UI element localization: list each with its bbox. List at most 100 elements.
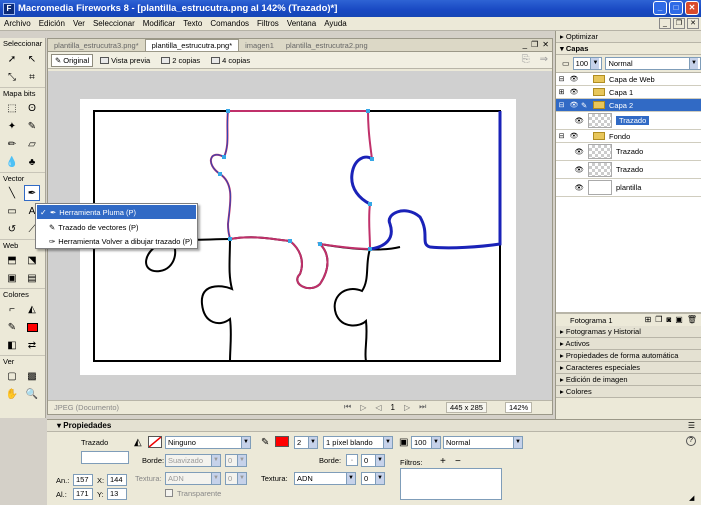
hide-slices-icon[interactable]: ▣: [4, 270, 20, 286]
eye-icon[interactable]: 👁: [556, 165, 584, 174]
marquee-tool-icon[interactable]: ⬚: [4, 100, 20, 116]
freeform-tool-icon[interactable]: ↺: [4, 221, 20, 237]
stroke-texture-amount[interactable]: 0 ▼: [361, 472, 385, 485]
object-name-field[interactable]: [81, 451, 129, 464]
view-preview-button[interactable]: Vista previa: [96, 54, 154, 67]
magic-wand-tool-icon[interactable]: ✦: [4, 118, 20, 134]
tab-document-1[interactable]: plantilla_estrucutra3.png*: [48, 40, 145, 51]
expand-icon[interactable]: ⊟: [556, 132, 567, 140]
special-characters-panel-header[interactable]: ▸ Caracteres especiales: [556, 362, 701, 374]
doc-restore-button[interactable]: ❐: [673, 18, 685, 29]
minimize-button[interactable]: _: [653, 1, 667, 15]
fill-none-swatch[interactable]: [148, 436, 162, 448]
duplicate-icon[interactable]: ▣: [675, 315, 683, 324]
mask-icon[interactable]: ◙: [666, 315, 671, 324]
layers-panel-header[interactable]: ▾ Capas: [556, 43, 701, 55]
eye-icon[interactable]: 👁: [556, 116, 584, 125]
stroke-texture-select[interactable]: ADN ▼: [294, 472, 356, 485]
zoom-select[interactable]: 142%: [505, 402, 533, 413]
swap-colors-icon[interactable]: ⇄: [24, 337, 40, 353]
crop-tool-icon[interactable]: ⌗: [24, 69, 40, 85]
hand-tool-icon[interactable]: ✋: [4, 386, 20, 402]
remove-filter-button[interactable]: −: [455, 456, 461, 467]
eye-icon[interactable]: 👁: [567, 101, 581, 109]
pen-tool-icon[interactable]: ✒: [24, 185, 40, 201]
optimize-panel-header[interactable]: ▸ Optimizar: [556, 31, 701, 43]
default-colors-icon[interactable]: ◧: [4, 337, 20, 353]
transparent-checkbox[interactable]: [165, 489, 173, 497]
filters-list[interactable]: [400, 468, 502, 500]
eye-icon[interactable]: 👁: [567, 132, 581, 140]
doc-minimize-button[interactable]: _: [659, 18, 671, 29]
menu-ayuda[interactable]: Ayuda: [320, 19, 351, 28]
fullscreen-menu-mode-icon[interactable]: ▩: [24, 368, 40, 384]
close-button[interactable]: ✕: [685, 1, 699, 15]
help-icon[interactable]: ?: [686, 436, 696, 446]
stroke-edge-field[interactable]: ·: [346, 454, 358, 466]
fill-color-swatch[interactable]: [24, 319, 40, 335]
brush-tool-icon[interactable]: ✎: [24, 118, 40, 134]
doc-close-button[interactable]: ✕: [687, 18, 699, 29]
play-icon[interactable]: ▷: [360, 403, 366, 412]
stroke-color-icon[interactable]: ✎: [4, 319, 20, 335]
zoom-tool-icon[interactable]: 🔍: [24, 386, 40, 402]
eye-icon[interactable]: 👁: [567, 88, 581, 96]
lasso-tool-icon[interactable]: ʘ: [24, 100, 40, 116]
width-field[interactable]: 157: [73, 474, 93, 486]
eyedropper-tool-icon[interactable]: ⌐: [4, 301, 20, 317]
expand-icon[interactable]: ⊞: [556, 88, 567, 96]
layer-row-capa1[interactable]: ⊞ 👁 Capa 1: [556, 86, 701, 99]
stroke-size-select[interactable]: 2 ▼: [294, 436, 318, 449]
menu-item-pen-tool[interactable]: ✓ ✒ Herramienta Pluma (P): [37, 205, 196, 219]
eye-icon[interactable]: 👁: [556, 147, 584, 156]
menu-comandos[interactable]: Comandos: [206, 19, 253, 28]
layer-opacity-select[interactable]: 100 ▼: [572, 57, 603, 70]
slice-tool-icon[interactable]: ⬔: [24, 252, 40, 268]
assets-panel-header[interactable]: ▸ Activos: [556, 338, 701, 350]
menu-seleccionar[interactable]: Seleccionar: [89, 19, 139, 28]
menu-filtros[interactable]: Filtros: [253, 19, 283, 28]
maximize-button[interactable]: □: [669, 1, 683, 15]
next-frame-icon[interactable]: ▷: [404, 403, 410, 412]
fill-edge-select[interactable]: Suavizado ▼: [165, 454, 221, 467]
new-sublayer-icon[interactable]: ⊞: [645, 315, 652, 324]
new-layer-icon[interactable]: ❐: [655, 315, 662, 324]
object-blend-select[interactable]: Normal ▼: [443, 436, 523, 449]
fill-edge-amount[interactable]: 0 ▼: [225, 454, 247, 467]
prev-frame-icon[interactable]: ◁: [375, 403, 381, 412]
paint-bucket-tool-icon[interactable]: ◭: [24, 301, 40, 317]
quick-export-icon[interactable]: ⎘: [522, 54, 530, 65]
stroke-edge-amount[interactable]: 0 ▼: [361, 454, 385, 467]
object-row-trazado-2[interactable]: 👁 Trazado: [556, 161, 701, 179]
image-edit-panel-header[interactable]: ▸ Edición de imagen: [556, 374, 701, 386]
object-opacity-select[interactable]: 100 ▼: [411, 436, 441, 449]
frames-history-panel-header[interactable]: ▸ Fotogramas y Historial: [556, 326, 701, 338]
tab-document-2[interactable]: plantilla_estrucutra.png*: [144, 39, 240, 51]
pencil-tool-icon[interactable]: ✏: [4, 136, 20, 152]
page-preview-icon[interactable]: ⇒: [540, 54, 548, 65]
menu-archivo[interactable]: Archivo: [0, 19, 35, 28]
rectangle-tool-icon[interactable]: ▭: [4, 203, 20, 219]
eye-icon[interactable]: 👁: [556, 183, 584, 192]
selected-piece-path[interactable]: [209, 110, 374, 290]
object-row-trazado-1[interactable]: 👁 Trazado: [556, 143, 701, 161]
properties-header[interactable]: ▾ Propiedades ☰: [47, 420, 701, 432]
layer-row-capa2[interactable]: ⊟ 👁 ✎ Capa 2: [556, 99, 701, 112]
subselect-tool-icon[interactable]: ↖: [24, 51, 40, 67]
auto-shape-props-panel-header[interactable]: ▸ Propiedades de forma automática: [556, 350, 701, 362]
hotspot-tool-icon[interactable]: ⬒: [4, 252, 20, 268]
stroke-type-select[interactable]: 1 píxel blando ▼: [323, 436, 393, 449]
view-2up-button[interactable]: 2 copias: [157, 54, 204, 67]
tab-document-4[interactable]: plantilla_estrucutra2.png: [280, 40, 374, 51]
menu-item-vector-path[interactable]: ✎ Trazado de vectores (P): [36, 220, 197, 234]
tab-document-3[interactable]: imagen1: [239, 40, 280, 51]
stroke-pencil-icon[interactable]: ✎: [261, 437, 269, 448]
stroke-color-swatch[interactable]: [275, 436, 289, 447]
fill-texture-amount[interactable]: 0 ▼: [225, 472, 247, 485]
line-tool-icon[interactable]: ╲: [4, 185, 20, 201]
show-slices-icon[interactable]: ▤: [24, 270, 40, 286]
first-frame-icon[interactable]: ⏮: [344, 402, 351, 412]
tab-restore-icon[interactable]: ❐: [531, 40, 538, 49]
trash-icon[interactable]: 🗑: [687, 315, 697, 324]
fill-bucket-icon[interactable]: ◭: [134, 437, 142, 448]
